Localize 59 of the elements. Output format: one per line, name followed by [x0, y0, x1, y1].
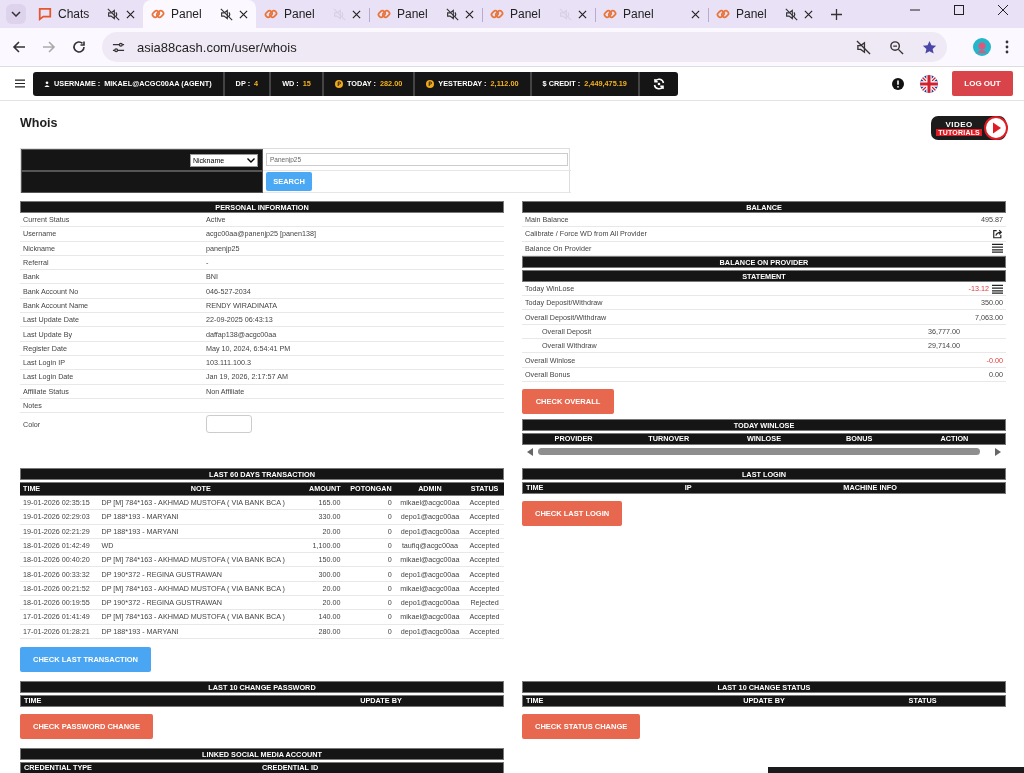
star-icon[interactable]	[922, 39, 937, 55]
export-icon[interactable]	[992, 228, 1003, 239]
list-icon[interactable]	[992, 243, 1003, 254]
muted-speaker-icon[interactable]	[220, 7, 233, 21]
profile-avatar-icon[interactable]	[973, 38, 991, 56]
caret-icon	[11, 11, 21, 17]
address-bar[interactable]: asia88cash.com/user/whois	[102, 32, 947, 62]
link-icon	[377, 7, 391, 21]
zoom-icon[interactable]	[889, 39, 904, 55]
play-icon	[984, 116, 1008, 140]
link-icon	[490, 7, 504, 21]
refresh-icon	[652, 77, 665, 90]
page-title: Whois	[20, 116, 58, 130]
browser-tab[interactable]: Panel	[369, 0, 482, 28]
scroll-left-icon[interactable]	[527, 447, 533, 456]
badge-text: VIDEO	[945, 120, 973, 129]
alert-icon[interactable]	[892, 77, 904, 90]
link-icon	[716, 7, 730, 21]
coin-icon	[426, 79, 435, 88]
color-field[interactable]	[206, 415, 252, 434]
reload-icon[interactable]	[72, 40, 86, 54]
browser-tab[interactable]: Panel	[143, 0, 256, 28]
browser-tab[interactable]: Panel	[595, 0, 708, 28]
coin-icon	[334, 79, 343, 88]
tab-search-button[interactable]	[6, 4, 26, 24]
muted-speaker-icon[interactable]	[856, 39, 871, 55]
menu-icon[interactable]	[15, 79, 25, 88]
close-icon[interactable]	[804, 9, 813, 19]
browser-tab[interactable]: Panel	[708, 0, 821, 28]
list-icon[interactable]	[992, 283, 1003, 294]
browser-tab[interactable]: Panel	[482, 0, 595, 28]
menu-icon[interactable]	[1005, 40, 1009, 54]
link-icon	[603, 7, 617, 21]
site-settings-icon[interactable]	[112, 40, 125, 54]
url-text: asia88cash.com/user/whois	[137, 39, 298, 55]
logout-button[interactable]: LOG OUT	[952, 71, 1013, 96]
new-tab-icon[interactable]	[831, 9, 842, 20]
chat-icon	[38, 7, 52, 21]
close-icon[interactable]	[465, 9, 474, 19]
user-icon	[44, 80, 50, 87]
close-icon[interactable]	[578, 9, 587, 19]
link-icon	[264, 7, 278, 21]
close-icon[interactable]	[691, 9, 700, 19]
close-icon[interactable]	[126, 9, 135, 19]
scrollbar-thumb[interactable]	[538, 448, 980, 456]
close-icon[interactable]	[239, 9, 248, 19]
caret-icon	[247, 157, 255, 163]
browser-tab[interactable]: Chats	[30, 0, 143, 28]
uk-flag-icon[interactable]	[920, 74, 938, 93]
muted-speaker-icon[interactable]	[446, 7, 459, 21]
browser-tab[interactable]: Panel	[256, 0, 369, 28]
close-icon[interactable]	[998, 5, 1008, 15]
close-icon[interactable]	[352, 9, 361, 19]
maximize-icon[interactable]	[954, 5, 964, 15]
link-icon	[151, 7, 165, 21]
muted-speaker-icon[interactable]	[785, 7, 798, 21]
back-arrow-icon[interactable]	[12, 40, 26, 54]
scroll-right-icon[interactable]	[995, 447, 1001, 456]
muted-speaker-icon[interactable]	[107, 7, 120, 21]
